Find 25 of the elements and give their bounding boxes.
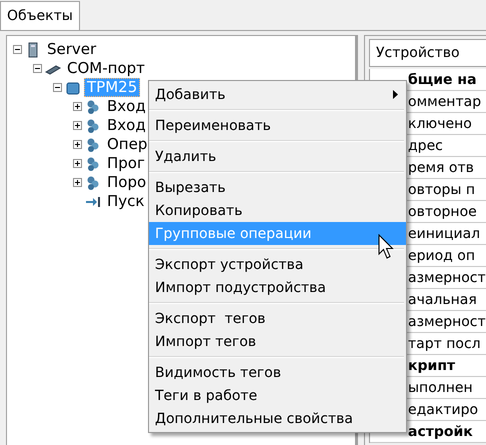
collapse-icon[interactable] [33,64,42,73]
tree-item[interactable]: Пуск [104,192,148,211]
collapse-icon[interactable] [53,83,62,92]
cubes-icon [85,174,101,190]
collapse-icon[interactable] [13,45,22,54]
tree-item[interactable]: Опер [104,135,150,154]
cubes-icon [85,156,101,172]
tree-item[interactable]: COM-порт [64,59,148,78]
expand-icon[interactable] [73,102,82,111]
expand-icon[interactable] [73,121,82,130]
expand-icon[interactable] [73,159,82,168]
tree-item[interactable]: Прог [104,154,148,173]
cubes-icon [85,136,101,152]
panel-title: Устройство [369,39,486,67]
tree-item[interactable]: Вход [104,97,149,116]
tree-item[interactable]: Поро [104,173,150,192]
submenu-arrow-icon [393,90,398,99]
tab[interactable]: Объекты [0,1,80,30]
device-icon [65,80,81,96]
tree-item[interactable]: Server [44,40,100,59]
tree-item[interactable]: Вход [104,116,149,135]
cubes-icon [85,118,101,134]
cubes-icon [85,98,101,114]
expand-icon[interactable] [73,140,82,149]
expand-icon[interactable] [73,178,82,187]
